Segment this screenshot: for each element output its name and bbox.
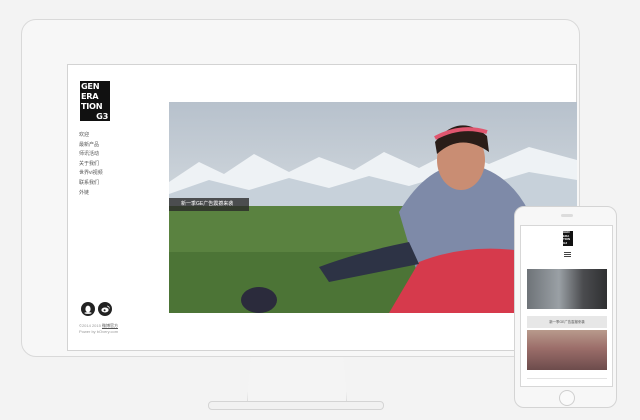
copyright-text: ©2014 2015 xyxy=(79,323,101,328)
footer-link[interactable]: 微博官方 xyxy=(102,323,118,328)
brand-logo[interactable]: GEN ERA TION G3 xyxy=(80,81,110,121)
mobile-logo-line: G3 xyxy=(563,241,568,246)
mobile-phone: GEN ERA TION G3 新一季GE广告震撼来袭 xyxy=(514,206,617,408)
desktop-monitor: GEN ERA TION G3 欢迎 最新产品 师讯活动 关于我们 世界vi视频… xyxy=(21,19,580,357)
nav-item-events[interactable]: 师讯活动 xyxy=(79,150,103,160)
qq-glyph xyxy=(84,305,92,314)
mobile-screen: GEN ERA TION G3 新一季GE广告震撼来袭 xyxy=(520,225,613,387)
nav-item-links[interactable]: 外链 xyxy=(79,189,103,199)
weibo-glyph xyxy=(100,305,110,313)
sidebar-nav: 欢迎 最新产品 师讯活动 关于我们 世界vi视频 联系我们 外链 xyxy=(79,131,103,198)
nav-item-videos[interactable]: 世界vi视频 xyxy=(79,169,103,179)
mobile-feature-image[interactable] xyxy=(527,330,607,370)
nav-item-about[interactable]: 关于我们 xyxy=(79,160,103,170)
home-button xyxy=(559,390,575,406)
monitor-stand-base xyxy=(208,401,384,410)
footer: ©2014 2015 微博官方 Power by bOvery.com xyxy=(79,323,118,335)
hero-caption[interactable]: 新一季GE广告震撼来袭 xyxy=(169,198,249,211)
mobile-feature-image[interactable] xyxy=(527,269,607,309)
logo-line: GEN xyxy=(81,81,100,91)
divider xyxy=(527,378,607,379)
logo-line: G3 xyxy=(96,111,108,121)
mobile-logo[interactable]: GEN ERA TION G3 xyxy=(563,231,573,246)
monitor-stand-neck xyxy=(247,357,347,403)
nav-item-contact[interactable]: 联系我们 xyxy=(79,179,103,189)
logo-line: TION xyxy=(81,101,103,111)
social-links xyxy=(81,302,112,316)
nav-item-welcome[interactable]: 欢迎 xyxy=(79,131,103,141)
powered-by-text: Power by bOvery.com xyxy=(79,329,119,334)
desktop-screen: GEN ERA TION G3 欢迎 最新产品 师讯活动 关于我们 世界vi视频… xyxy=(67,64,577,351)
logo-line: ERA xyxy=(81,91,99,101)
weibo-icon[interactable] xyxy=(98,302,112,316)
menu-icon[interactable] xyxy=(564,252,571,257)
qq-icon[interactable] xyxy=(81,302,95,316)
phone-speaker xyxy=(561,214,573,217)
mobile-caption[interactable]: 新一季GE广告震撼来袭 xyxy=(527,316,607,328)
nav-item-products[interactable]: 最新产品 xyxy=(79,141,103,151)
